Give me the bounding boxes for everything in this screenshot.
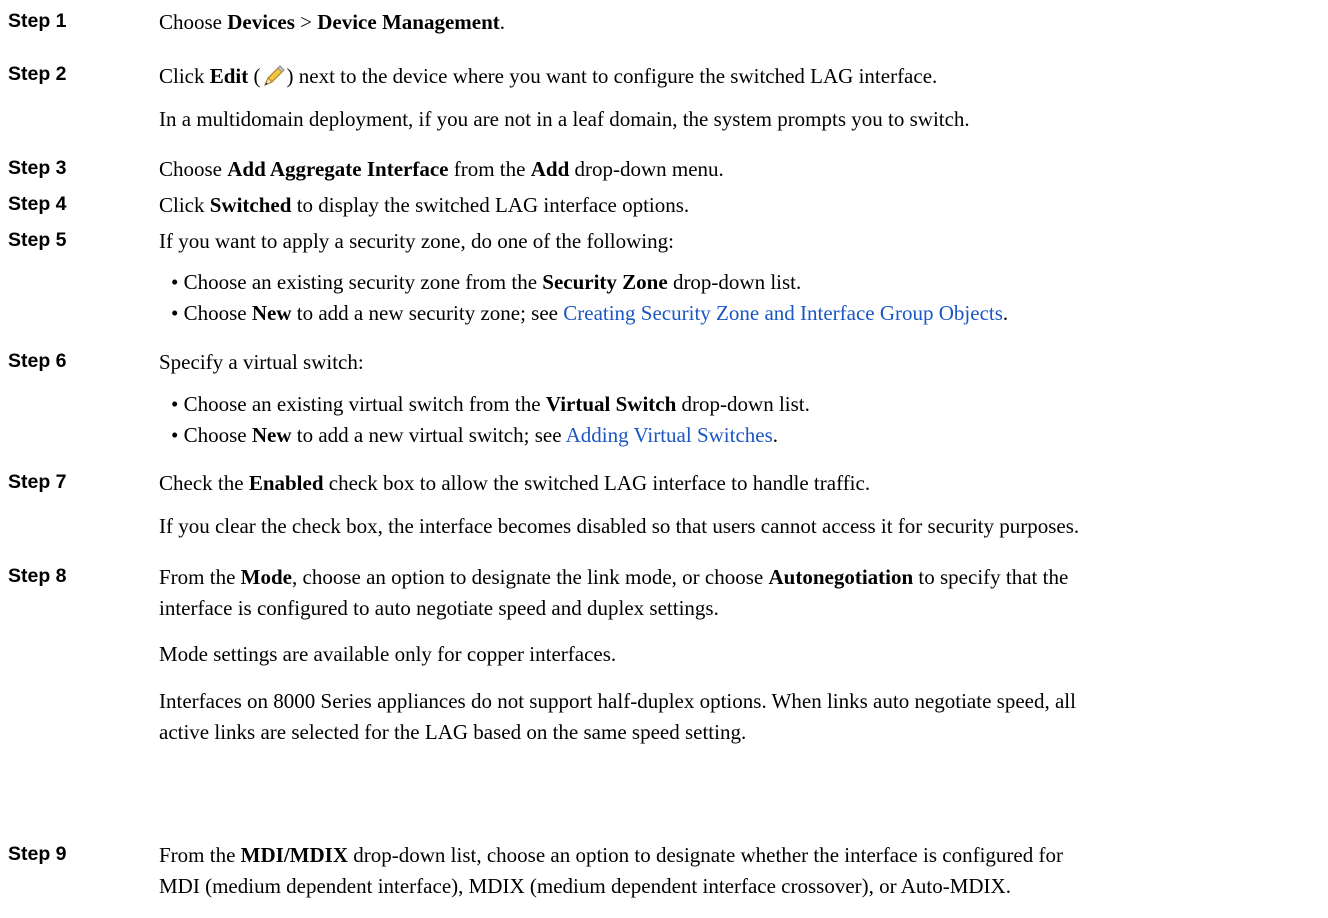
bullet-item: • Choose an existing security zone from … (171, 270, 802, 294)
bullet-item: • Choose an existing virtual switch from… (171, 392, 810, 416)
step-text: If you want to apply a security zone, do… (159, 229, 674, 253)
ui-term: MDI/MDIX (240, 843, 348, 867)
bullet-item: • Choose New to add a new security zone;… (171, 301, 1009, 325)
step-label: Step 2 (8, 63, 67, 85)
step-text: Click Switched to display the switched L… (159, 193, 690, 217)
bullet-item: • Choose New to add a new virtual switch… (171, 423, 779, 447)
ui-term: Mode (240, 565, 292, 589)
step-label: Step 9 (8, 843, 67, 865)
step-text: Choose Add Aggregate Interface from the … (159, 157, 724, 181)
ui-term: Devices (227, 10, 295, 34)
ui-term: Device Management (317, 10, 500, 34)
step-note: Mode settings are available only for cop… (159, 642, 617, 666)
step-text: Specify a virtual switch: (159, 350, 364, 374)
step-label: Step 3 (8, 157, 67, 179)
ui-term: Add Aggregate Interface (227, 157, 449, 181)
step-text: Click Edit () next to the device where y… (159, 64, 938, 88)
ui-term: Security Zone (542, 270, 668, 294)
step-note: Interfaces on 8000 Series appliances do … (159, 689, 1076, 713)
step-text: From the Mode, choose an option to desig… (159, 565, 1069, 589)
security-zone-link[interactable]: Creating Security Zone and Interface Gro… (563, 301, 1003, 325)
step-text: Choose Devices > Device Management. (159, 10, 506, 34)
ui-term: Switched (209, 193, 292, 217)
step-label: Step 4 (8, 193, 67, 215)
ui-term: Autonegotiation (768, 565, 914, 589)
pencil-edit-icon (263, 65, 285, 86)
step-note: In a multidomain deployment, if you are … (159, 107, 970, 131)
step-label: Step 6 (8, 350, 67, 372)
ui-term: Virtual Switch (545, 392, 677, 416)
ui-term: Edit (209, 64, 249, 88)
ui-term: New (251, 301, 292, 325)
ui-term: New (251, 423, 292, 447)
step-label: Step 5 (8, 229, 67, 251)
step-text: From the MDI/MDIX drop-down list, choose… (159, 843, 1063, 867)
step-label: Step 8 (8, 565, 67, 587)
virtual-switches-link[interactable]: Adding Virtual Switches (566, 423, 773, 447)
ui-term: Enabled (248, 471, 324, 495)
step-note: If you clear the check box, the interfac… (159, 514, 1080, 538)
ui-term: Add (530, 157, 570, 181)
step-text: Check the Enabled check box to allow the… (159, 471, 871, 495)
step-note: active links are selected for the LAG ba… (159, 720, 747, 744)
step-label: Step 1 (8, 10, 67, 32)
step-label: Step 7 (8, 471, 67, 493)
step-text-cont: MDI (medium dependent interface), MDIX (… (159, 874, 1011, 898)
step-text-cont: interface is configured to auto negotiat… (159, 596, 719, 620)
